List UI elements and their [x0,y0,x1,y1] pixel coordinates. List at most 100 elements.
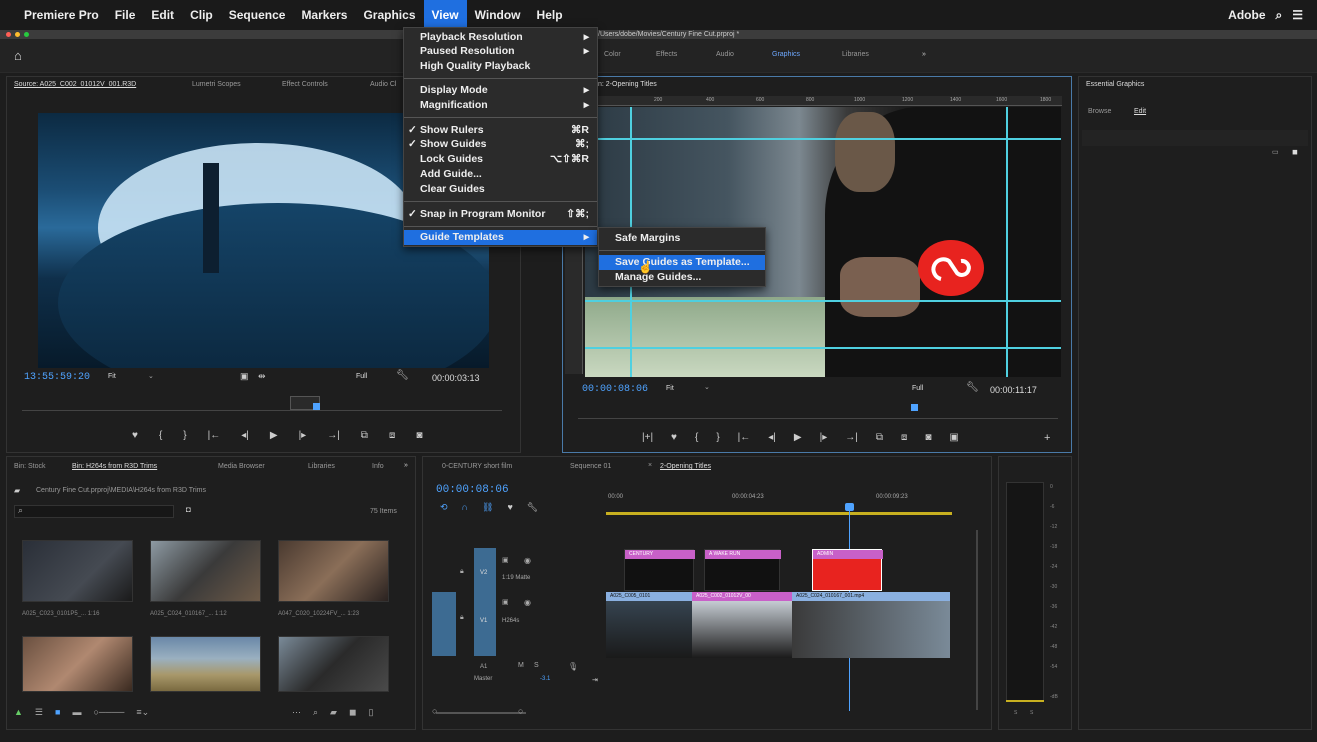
add-marker-icon[interactable]: ♥ [132,430,138,441]
step-forward-icon[interactable]: |▸ [299,430,307,441]
guide-line[interactable] [585,347,1061,349]
tab-audio[interactable]: Audio [716,51,734,58]
lift-extract-icon[interactable]: ⧉ [876,432,883,443]
new-bin-icon[interactable]: ◘ [186,505,191,514]
guide-line[interactable] [585,138,1061,140]
tab-libraries[interactable]: Libraries [842,51,869,58]
clip-thumbnail[interactable] [278,540,389,602]
scroll-handle-icon[interactable]: ○ [518,706,523,716]
step-back-icon[interactable]: ◂| [241,430,249,441]
v1-target[interactable] [474,604,496,656]
lock-icon[interactable]: 🔒︎ [460,614,464,622]
go-to-in-icon[interactable]: |← [738,432,751,443]
submenu-item-save-guides-as-template[interactable]: Save Guides as Template... [615,256,750,268]
mute-icon[interactable]: M [518,662,524,669]
sort-icon[interactable]: ≡⌄ [136,707,149,718]
sequence-tab[interactable]: 0-CENTURY short film [442,463,512,470]
icon-view-icon[interactable]: ■ [55,707,60,718]
browse-tab[interactable]: Browse [1088,108,1111,115]
trash-icon[interactable]: ▯ [368,707,373,718]
source-tab[interactable]: Source: A025_C002_01012V_001.R3D [14,81,136,88]
menu-sequence[interactable]: Sequence [221,0,294,30]
zoom-dot-icon[interactable] [24,32,29,37]
menu-item-clear-guides[interactable]: Clear Guides [420,183,485,195]
menu-item-show-guides[interactable]: Show Guides [420,138,487,150]
lift-icon[interactable]: |+| [642,432,653,443]
vertical-scrollbar[interactable] [976,530,978,710]
bin-h264-tab[interactable]: Bin: H264s from R3D Trims [72,463,157,470]
find-icon[interactable]: ⌕ [313,707,318,718]
menu-item-guide-templates[interactable]: Guide Templates [420,231,504,243]
list-view-icon[interactable]: ☰ [35,707,43,718]
menu-item-lock-guides[interactable]: Lock Guides [420,153,483,165]
clip-thumbnail[interactable] [150,636,261,692]
tab-graphics[interactable]: Graphics [772,51,800,58]
sync-icon[interactable]: ▣ [502,598,509,606]
chevron-down-icon[interactable]: ⌄ [148,372,154,380]
more-panels-icon[interactable]: » [404,462,408,469]
libraries-tab[interactable]: Libraries [308,463,335,470]
menu-item-add-guide[interactable]: Add Guide... [420,168,482,180]
search-input[interactable] [14,505,174,518]
mic-icon[interactable]: 🎙︎ [568,662,578,671]
tab-effects[interactable]: Effects [656,51,677,58]
menu-item-magnification[interactable]: Magnification [420,99,488,111]
menu-clip[interactable]: Clip [182,0,221,30]
menu-window[interactable]: Window [467,0,529,30]
video-clip[interactable]: A025_C005_0101 [606,592,692,658]
scroll-handle-icon[interactable]: ○ [432,706,437,716]
menu-help[interactable]: Help [529,0,571,30]
sequence-tab[interactable]: Sequence 01 [570,463,611,470]
add-marker-icon[interactable]: ♥ [671,432,677,443]
master-volume[interactable]: -3.1 [540,676,550,682]
add-marker-icon[interactable]: ♥ [507,502,512,513]
title-clip[interactable]: A WAKE RUN [704,549,781,591]
close-tab-icon[interactable]: × [648,462,652,469]
menu-view[interactable]: View [423,0,467,30]
more-workspaces-icon[interactable]: » [922,51,926,58]
new-item-icon[interactable]: ◼ [349,707,356,718]
go-to-out-icon[interactable]: →| [845,432,858,443]
menu-item-snap-in-program-monitor[interactable]: Snap in Program Monitor [420,208,545,220]
graphics-layer-area[interactable] [1082,130,1308,146]
wrench-icon[interactable]: 🔧︎ [396,370,409,381]
menu-graphics[interactable]: Graphics [355,0,423,30]
freeform-view-icon[interactable]: ▬ [72,707,81,718]
program-timecode[interactable]: 00:00:08:06 [582,384,648,395]
camera-icon[interactable]: ◙ [416,430,422,441]
clip-thumbnail[interactable] [278,636,389,692]
insert-icon[interactable]: ⧉ [361,430,368,441]
source-timecode[interactable]: 13:55:59:20 [24,372,90,383]
apple-icon[interactable] [0,0,16,30]
extract-icon[interactable]: ⧈ [901,432,907,443]
menu-markers[interactable]: Markers [293,0,355,30]
home-icon[interactable]: ⌂ [14,48,22,63]
new-item-icon[interactable]: ◼ [1292,148,1298,156]
timeline-playhead-head[interactable] [845,503,854,511]
program-scrubber[interactable] [578,418,1058,426]
zoom-slider[interactable]: ○──── [93,707,124,718]
go-to-out-icon[interactable]: →| [327,430,340,441]
list-icon[interactable]: ☰ [1292,8,1303,22]
go-to-end-icon[interactable]: ⇥ [592,676,598,684]
title-clip[interactable]: CENTURY [624,549,695,591]
submenu-item-manage-guides[interactable]: Manage Guides... [615,271,701,283]
solo-button[interactable]: S [1030,710,1033,716]
essential-graphics-title[interactable]: Essential Graphics [1086,81,1144,88]
wrench-icon[interactable]: 🔧︎ [527,502,538,513]
guide-line[interactable] [1006,107,1008,377]
lumetri-scopes-tab[interactable]: Lumetri Scopes [192,81,241,88]
media-browser-tab[interactable]: Media Browser [218,463,265,470]
program-playhead[interactable] [911,404,918,411]
menu-item-show-rulers[interactable]: Show Rulers [420,124,484,136]
new-layer-icon[interactable]: ▭ [1272,148,1279,156]
mark-in-icon[interactable]: { [159,430,162,441]
lock-icon[interactable]: 🔒︎ [460,568,464,576]
play-icon[interactable]: ▶ [794,432,802,443]
wrench-icon[interactable]: 🔧︎ [966,382,979,393]
menu-file[interactable]: File [107,0,144,30]
chevron-down-icon[interactable]: ⌄ [704,383,710,391]
video-clip[interactable]: A025_C024_010167_001.mp4 [792,592,950,658]
tab-color[interactable]: Color [604,51,621,58]
audio-clip-tab[interactable]: Audio Cl [370,81,396,88]
